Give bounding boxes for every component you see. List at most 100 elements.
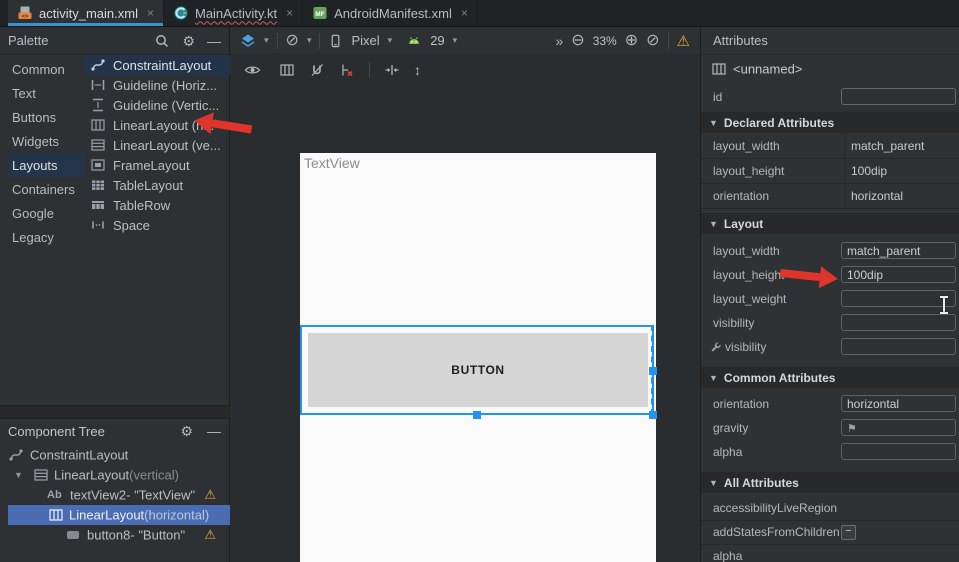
search-icon[interactable] (154, 33, 170, 49)
palette-item-framelayout[interactable]: FrameLayout (85, 155, 230, 175)
canvas-textview[interactable]: TextView (304, 155, 360, 171)
attr-name: orientation (713, 397, 769, 411)
minimize-icon[interactable]: — (207, 424, 221, 438)
orientation-columns-icon[interactable] (279, 62, 295, 78)
zoom-in-icon[interactable]: ⊕ (625, 33, 638, 49)
gear-icon[interactable]: ⚙ (182, 34, 195, 48)
toolbar-overflow-icon[interactable]: » (556, 34, 564, 48)
layout-height-field[interactable]: 100dip (841, 266, 956, 283)
design-surface-layers-icon[interactable] (240, 33, 256, 49)
selected-component-row: <unnamed> (701, 57, 959, 81)
palette-item-linearlayout-vertical[interactable]: LinearLayout (ve... (85, 135, 230, 155)
declared-row-layout-width[interactable]: layout_width match_parent (701, 133, 959, 159)
tree-row-label: textView2- "TextView" (70, 488, 195, 503)
resize-handle-bottom-center[interactable] (473, 411, 481, 419)
expander-icon[interactable]: ▼ (14, 470, 23, 480)
zoom-to-fit-icon[interactable]: ⊘ (646, 33, 659, 49)
palette-item-tablerow[interactable]: TableRow (85, 195, 230, 215)
palette-item-constraintlayout[interactable]: ConstraintLayout (85, 55, 230, 75)
palette-category-common[interactable]: Common (0, 57, 85, 81)
chevron-down-icon[interactable]: ▾ (388, 35, 393, 46)
orientation-icon[interactable]: ⊘ (286, 33, 299, 49)
common-row-gravity: gravity ⚑ (701, 416, 959, 440)
zoom-level: 33% (593, 34, 617, 48)
section-all-attributes[interactable]: ▼ All Attributes (701, 472, 959, 493)
alpha-field[interactable] (841, 443, 956, 460)
linearlayout-horizontal-icon (90, 117, 106, 133)
tab-close-icon[interactable]: × (147, 6, 154, 20)
id-field[interactable] (841, 88, 956, 105)
visibility-field[interactable] (841, 314, 956, 331)
palette-item-tablelayout[interactable]: TableLayout (85, 175, 230, 195)
tree-row-textview2[interactable]: Ab textView2- "TextView" ⚠ (0, 485, 230, 505)
minimize-icon[interactable]: — (207, 34, 221, 48)
expander-icon[interactable]: ▼ (30, 510, 39, 520)
device-phone-icon[interactable] (328, 33, 343, 49)
chevron-down-icon[interactable]: ▾ (453, 35, 458, 46)
tab-label: AndroidManifest.xml (334, 6, 452, 21)
warnings-icon[interactable]: ⚠ (677, 32, 690, 50)
layout-xml-file-icon: <> (17, 5, 33, 21)
pack-expand-icon[interactable]: ↕ (414, 63, 421, 77)
attr-value[interactable]: match_parent (851, 139, 924, 153)
zoom-out-icon[interactable]: ⊖ (571, 33, 584, 49)
resize-handle-right-center[interactable] (649, 367, 657, 375)
palette-category-google[interactable]: Google (0, 201, 85, 225)
tab-mainactivity-kt[interactable]: MainActivity.kt × (164, 0, 303, 26)
device-selector-label[interactable]: Pixel (351, 33, 379, 48)
android-studio-layout-editor: <> activity_main.xml × MainActivity.kt ×… (0, 0, 959, 562)
tab-androidmanifest-xml[interactable]: MF AndroidManifest.xml × (303, 0, 478, 26)
declared-row-layout-height[interactable]: layout_height 100dip (701, 158, 959, 184)
tree-row-linearlayout-vertical[interactable]: ▼ LinearLayout(vertical) (0, 465, 230, 485)
chevron-down-icon[interactable]: ▾ (264, 35, 269, 46)
tree-row-linearlayout-horizontal[interactable]: ▼ LinearLayout(horizontal) (0, 505, 230, 525)
tab-close-icon[interactable]: × (286, 6, 293, 20)
android-api-icon[interactable] (406, 33, 422, 49)
autoconnect-off-magnet-icon[interactable] (309, 62, 325, 78)
attr-value[interactable]: horizontal (851, 189, 903, 203)
svg-text:<>: <> (22, 14, 28, 20)
palette-category-layouts[interactable]: Layouts (8, 153, 85, 177)
tools-visibility-field[interactable] (841, 338, 956, 355)
palette-item-space[interactable]: Space (85, 215, 230, 235)
tab-close-icon[interactable]: × (461, 6, 468, 20)
palette-category-widgets[interactable]: Widgets (0, 129, 85, 153)
palette-item-guideline-horizontal[interactable]: Guideline (Horiz... (85, 75, 230, 95)
linearlayout-vertical-icon (90, 137, 106, 153)
clear-constraints-icon[interactable] (339, 62, 355, 78)
indeterminate-checkbox[interactable]: − (841, 525, 856, 540)
all-row-alpha[interactable]: alpha (701, 544, 959, 562)
resize-handle-bottom-right[interactable] (649, 411, 657, 419)
component-tree-title: Component Tree (8, 424, 105, 439)
tree-row-button8[interactable]: button8- "Button" ⚠ (0, 525, 230, 545)
orientation-field[interactable]: horizontal (841, 395, 956, 412)
canvas-button[interactable]: BUTTON (308, 333, 648, 407)
default-margins-icon[interactable] (384, 62, 400, 78)
tree-row-constraintlayout[interactable]: ConstraintLayout (0, 445, 230, 465)
all-row-addstatesfromchildren[interactable]: addStatesFromChildren − (701, 520, 959, 545)
design-canvas[interactable]: TextView BUTTON (300, 153, 656, 562)
svg-text:MF: MF (315, 11, 324, 18)
palette-category-containers[interactable]: Containers (0, 177, 85, 201)
section-layout[interactable]: ▼ Layout (701, 213, 959, 234)
all-row-accessibilityliveregion[interactable]: accessibilityLiveRegion (701, 496, 959, 521)
chevron-down-icon[interactable]: ▾ (307, 35, 312, 46)
api-level-label[interactable]: 29 (430, 33, 444, 48)
view-options-eye-icon[interactable] (244, 62, 261, 78)
gear-icon[interactable]: ⚙ (180, 424, 193, 438)
declared-row-orientation[interactable]: orientation horizontal (701, 183, 959, 209)
palette-category-text[interactable]: Text (0, 81, 85, 105)
gravity-field[interactable]: ⚑ (841, 419, 956, 436)
tablelayout-icon (90, 177, 106, 193)
section-collapse-icon: ▼ (709, 219, 718, 229)
attr-name: alpha (713, 549, 742, 562)
layout-width-field[interactable]: match_parent (841, 242, 956, 259)
section-declared-attributes[interactable]: ▼ Declared Attributes (701, 112, 959, 133)
palette-category-buttons[interactable]: Buttons (0, 105, 85, 129)
section-common-attributes[interactable]: ▼ Common Attributes (701, 367, 959, 388)
common-row-orientation: orientation horizontal (701, 392, 959, 416)
attr-value[interactable]: 100dip (851, 164, 887, 178)
attributes-title: Attributes (713, 33, 768, 48)
tab-activity-main-xml[interactable]: <> activity_main.xml × (8, 0, 164, 26)
palette-category-legacy[interactable]: Legacy (0, 225, 85, 249)
